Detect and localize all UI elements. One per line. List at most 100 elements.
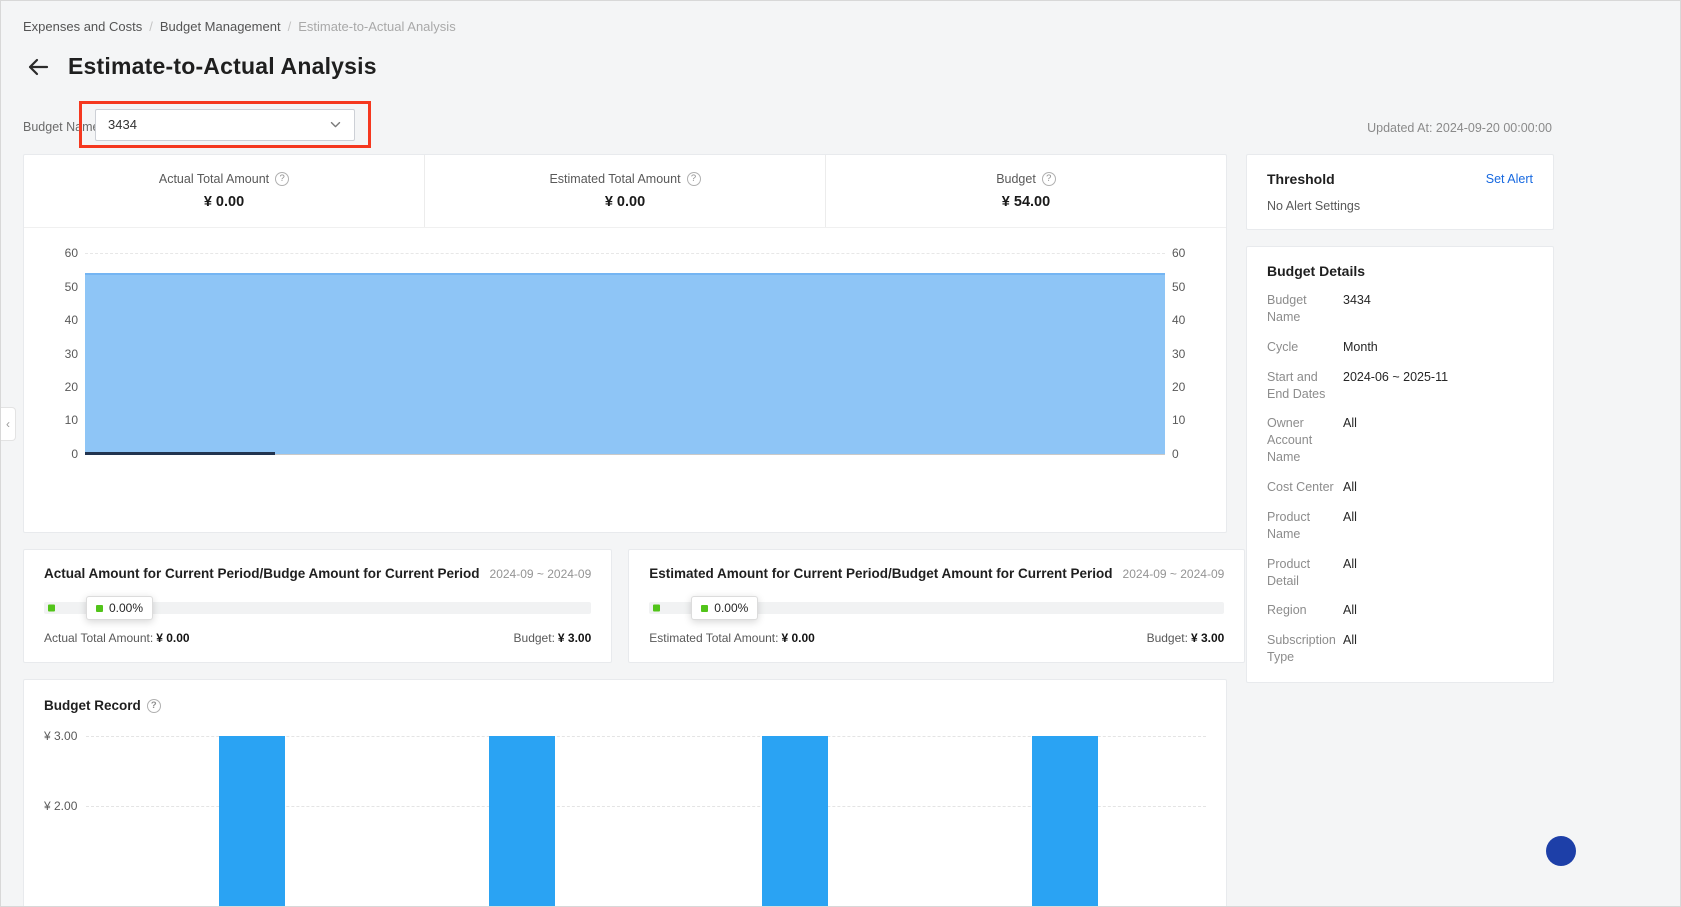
detail-value: All (1343, 556, 1357, 571)
stat-budget: Budget ? ¥ 54.00 (825, 155, 1226, 227)
budget-text: Budget: ¥ 3.00 (1147, 631, 1225, 645)
budget-record-card: Budget Record ? ¥ 3.00 ¥ 2.00 (23, 679, 1227, 906)
actual-total-amount-text: Actual Total Amount: ¥ 0.00 (44, 631, 190, 645)
estimated-vs-budget-card: Estimated Amount for Current Period/Budg… (628, 549, 1246, 663)
budget-record-title-text: Budget Record (44, 698, 141, 713)
help-icon[interactable]: ? (686, 172, 701, 186)
gridline (85, 253, 1165, 254)
budget-details-card: Budget Details Budget Name 3434 Cycle Mo… (1246, 246, 1554, 683)
budget-record-bar (762, 736, 828, 906)
detail-label: Owner Account Name (1267, 416, 1313, 465)
detail-row: Start and End Dates 2024-06 ~ 2025-11 (1267, 369, 1533, 403)
series-swatch (96, 604, 103, 612)
floating-help-button[interactable] (1546, 836, 1576, 866)
footer-value: ¥ 3.00 (557, 631, 592, 645)
detail-label: Cycle (1267, 339, 1299, 354)
progress-percent: 0.00% (109, 601, 144, 615)
progress-cards-row: Actual Amount for Current Period/Budge A… (23, 549, 1246, 663)
estimate-to-actual-page: Expenses and Costs / Budget Management /… (0, 0, 1681, 907)
y-tick: 60 (1172, 246, 1186, 260)
footer-label: Budget: (1146, 631, 1188, 645)
page-header: Estimate-to-Actual Analysis (25, 53, 377, 80)
detail-label: Subscription Type (1267, 633, 1336, 665)
y-tick: 0 (71, 447, 78, 461)
breadcrumb-item-expenses-and-costs[interactable]: Expenses and Costs (23, 19, 142, 34)
budget-text: Budget: ¥ 3.00 (514, 631, 592, 645)
set-alert-link[interactable]: Set Alert (1486, 172, 1533, 186)
detail-row: Owner Account Name All (1267, 415, 1533, 466)
detail-value: All (1343, 603, 1357, 618)
y-axis-right: 60 50 40 30 20 10 0 (1172, 246, 1206, 461)
detail-row: Cycle Month (1267, 339, 1533, 356)
detail-value: All (1343, 509, 1357, 524)
y-tick: 30 (1172, 346, 1186, 361)
breadcrumb-separator: / (149, 19, 153, 34)
detail-label: Cost Center (1267, 480, 1334, 494)
detail-label: Region (1267, 603, 1307, 618)
detail-row: Subscription Type All (1267, 632, 1533, 666)
y-tick: 40 (64, 312, 78, 327)
budget-details-title: Budget Details (1267, 263, 1366, 279)
y-tick: 20 (64, 380, 78, 394)
stat-label-text: Budget (996, 172, 1036, 186)
breadcrumb-item-current: Estimate-to-Actual Analysis (298, 19, 456, 34)
card-footer: Estimated Total Amount: ¥ 0.00 Budget: ¥ 3… (649, 631, 1224, 645)
y-axis-left: 60 50 40 30 20 10 0 (44, 246, 78, 461)
actual-total-amount-series (85, 452, 276, 455)
actual-vs-budget-card: Actual Amount for Current Period/Budge A… (23, 549, 613, 663)
stat-label: Actual Total Amount ? (159, 172, 290, 186)
help-icon[interactable]: ? (275, 172, 290, 186)
chevron-left-icon: ‹ (6, 417, 10, 431)
detail-value: All (1343, 633, 1357, 648)
page-title: Estimate-to-Actual Analysis (68, 53, 377, 79)
stat-value: ¥ 54.00 (1001, 194, 1051, 210)
breadcrumb: Expenses and Costs / Budget Management /… (23, 19, 456, 34)
progress-marker (653, 604, 661, 612)
back-button[interactable] (25, 54, 51, 80)
sidebar-collapse-handle[interactable]: ‹ (1, 407, 16, 441)
footer-label: Estimated Total Amount: (649, 631, 779, 645)
chart-plot-area (85, 253, 1165, 455)
y-tick: 0 (1172, 447, 1179, 461)
help-icon[interactable]: ? (146, 698, 161, 713)
stat-label: Estimated Total Amount ? (549, 172, 701, 186)
detail-label: Start and End Dates (1267, 369, 1326, 401)
budget-record-title: Budget Record ? (44, 698, 1206, 713)
detail-value: 2024-06 ~ 2025-11 (1343, 369, 1449, 384)
y-tick: 10 (1172, 413, 1186, 428)
updated-at-text: Updated At: 2024-09-20 00:00:00 (1367, 121, 1552, 135)
y-tick: 30 (64, 346, 78, 361)
chevron-down-icon (330, 121, 341, 128)
progress-marker (48, 604, 55, 612)
progress-bar: 0.00% (649, 596, 1225, 620)
help-icon[interactable]: ? (1041, 172, 1056, 186)
arrow-left-icon (28, 58, 49, 75)
progress-bar: 0.00% (44, 596, 592, 620)
budget-area-series (85, 273, 1165, 454)
card-footer: Actual Total Amount: ¥ 0.00 Budget: ¥ 3.00 (44, 631, 591, 645)
budget-record-bar (1032, 736, 1098, 906)
detail-value: Month (1343, 339, 1378, 354)
budget-name-select-value: 3434 (108, 117, 137, 132)
footer-value: ¥ 3.00 (1190, 631, 1225, 645)
budget-record-bar (489, 736, 555, 906)
summary-stats-row: Actual Total Amount ? ¥ 0.00 Estimated T… (24, 155, 1226, 228)
threshold-title: Threshold (1267, 171, 1335, 187)
detail-value: 3434 (1343, 293, 1371, 307)
detail-label: Product Detail (1267, 556, 1311, 588)
budget-name-select[interactable]: 3434 (95, 108, 355, 141)
main-column: Actual Total Amount ? ¥ 0.00 Estimated T… (23, 154, 1246, 906)
record-y-tick: ¥ 2.00 (44, 799, 78, 813)
breadcrumb-item-budget-management[interactable]: Budget Management (160, 19, 281, 34)
card-header: Estimated Amount for Current Period/Budg… (649, 566, 1224, 581)
card-title: Estimated Amount for Current Period/Budg… (649, 566, 1113, 581)
estimate-to-actual-chart: 60 50 40 30 20 10 0 60 50 40 30 20 10 0 (44, 246, 1206, 461)
card-title: Actual Amount for Current Period/Budge A… (44, 566, 480, 581)
threshold-header: Threshold Set Alert (1267, 171, 1533, 187)
annotation-highlight-box: 3434 (79, 101, 371, 148)
stat-label-text: Estimated Total Amount (549, 172, 681, 186)
threshold-empty-text: No Alert Settings (1267, 199, 1361, 213)
detail-row: Budget Name 3434 (1267, 292, 1533, 326)
y-tick: 20 (1172, 380, 1186, 394)
detail-label: Budget Name (1267, 293, 1307, 324)
